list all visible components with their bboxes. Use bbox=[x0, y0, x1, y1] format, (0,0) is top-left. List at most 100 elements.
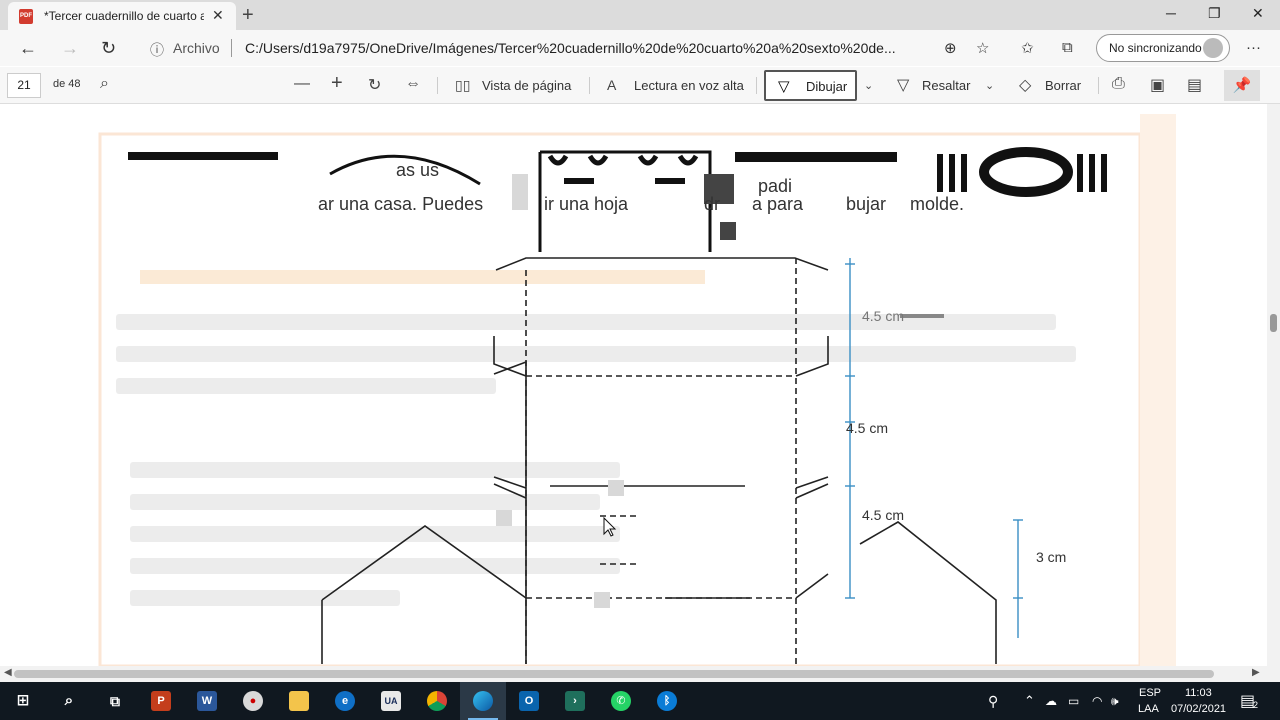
pin-toolbar-button[interactable]: 📌 bbox=[1224, 70, 1260, 101]
forward-button[interactable]: → bbox=[61, 38, 79, 59]
divider bbox=[231, 39, 232, 57]
doc-text-fragment: as us bbox=[396, 160, 440, 180]
folder-icon bbox=[289, 691, 309, 711]
taskbar-app-powerpoint[interactable]: P bbox=[138, 682, 184, 720]
chrome-icon bbox=[427, 691, 447, 711]
scroll-thumb[interactable] bbox=[1270, 314, 1277, 332]
zoom-out-button[interactable]: — bbox=[294, 75, 310, 93]
taskbar-app-unam[interactable]: UA bbox=[368, 682, 414, 720]
search-icon[interactable]: ⌕ bbox=[100, 75, 109, 93]
terminal-icon: › bbox=[565, 691, 585, 711]
rotate-icon[interactable]: ↻ bbox=[368, 75, 381, 95]
highlight-button[interactable]: Resaltar bbox=[922, 78, 970, 93]
draw-button[interactable]: ▽ Dibujar bbox=[764, 70, 857, 101]
refresh-button[interactable]: ↻ bbox=[101, 38, 116, 59]
tab-strip: PDF *Tercer cuadernillo de cuarto a sext… bbox=[0, 0, 1280, 30]
taskbar-app-paint[interactable]: ● bbox=[230, 682, 276, 720]
page-number-input[interactable]: 21 bbox=[7, 73, 41, 98]
clock-date[interactable]: 07/02/2021 bbox=[1171, 703, 1226, 715]
vertical-scrollbar[interactable] bbox=[1267, 104, 1280, 666]
chevron-down-icon[interactable]: ⌄ bbox=[985, 79, 994, 92]
back-button[interactable]: ← bbox=[19, 38, 37, 59]
taskbar-app-explorer[interactable] bbox=[276, 682, 322, 720]
taskbar-app-outlook[interactable]: O bbox=[506, 682, 552, 720]
add-favorite-icon[interactable]: ☆ bbox=[976, 39, 989, 57]
erase-button[interactable]: Borrar bbox=[1045, 78, 1081, 93]
info-icon[interactable]: ⓘ bbox=[150, 40, 164, 60]
doc-text-fragment: a para bbox=[752, 194, 804, 214]
divider bbox=[1098, 77, 1099, 94]
url-text[interactable]: C:/Users/d19a7975/OneDrive/Imágenes/Terc… bbox=[245, 40, 935, 56]
keyboard-layout: LAA bbox=[1138, 703, 1159, 715]
notification-count: 2 bbox=[1253, 700, 1259, 710]
taskbar-app-chrome[interactable] bbox=[414, 682, 460, 720]
search-icon: ⌕ bbox=[64, 692, 74, 709]
new-tab-button[interactable]: + bbox=[242, 4, 254, 27]
taskbar-app-edge-legacy[interactable]: e bbox=[322, 682, 368, 720]
people-icon[interactable]: ⚲ bbox=[988, 693, 998, 710]
taskbar: ⊞ ⌕ ⧉ P W ● e UA O › ✆ ᛒ ⚲ ⌃ ☁ ▭ ◠ 🕪 ESP… bbox=[0, 682, 1280, 720]
address-bar-row: ← → ↻ ⓘ Archivo C:/Users/d19a7975/OneDri… bbox=[0, 30, 1280, 66]
chevron-down-icon[interactable]: ⌄ bbox=[864, 79, 873, 92]
measurement-label: 4.5 cm bbox=[862, 308, 905, 324]
doc-text-fragment: molde. bbox=[910, 194, 965, 214]
read-aloud-button[interactable]: Lectura en voz alta bbox=[634, 78, 744, 93]
profile-button[interactable]: No sincronizando bbox=[1096, 34, 1230, 62]
clock-time[interactable]: 11:03 bbox=[1185, 687, 1212, 699]
measurement-label: 4.5 cm bbox=[862, 507, 905, 523]
page-view-icon: ▯▯ bbox=[455, 77, 471, 93]
edge-legacy-icon: e bbox=[335, 691, 355, 711]
address-bar[interactable]: ⓘ Archivo C:/Users/d19a7975/OneDrive/Imá… bbox=[140, 34, 1000, 62]
tab-close-icon[interactable]: ✕ bbox=[212, 7, 224, 24]
onedrive-icon[interactable]: ☁ bbox=[1045, 694, 1057, 708]
wifi-icon[interactable]: ◠ bbox=[1092, 694, 1102, 708]
doc-text-fragment: dr bbox=[704, 194, 721, 214]
tab-title: *Tercer cuadernillo de cuarto a sexto bbox=[44, 9, 204, 23]
doc-text-fragment: bujar bbox=[846, 194, 887, 214]
volume-icon[interactable]: 🕪 bbox=[1111, 694, 1119, 709]
tab-active[interactable]: PDF *Tercer cuadernillo de cuarto a sext… bbox=[8, 2, 236, 30]
language-indicator[interactable]: ESP bbox=[1139, 687, 1161, 699]
doc-text-fragment: ar una casa. Puedes bbox=[318, 194, 484, 214]
horizontal-scrollbar[interactable]: ◀ ▶ bbox=[0, 666, 1280, 682]
pdf-page-viewport[interactable]: as us padi ar una casa. Puedes ir una ho… bbox=[0, 104, 1267, 666]
start-button[interactable]: ⊞ bbox=[0, 682, 46, 720]
taskbar-app-word[interactable]: W bbox=[184, 682, 230, 720]
taskbar-app-bluetooth[interactable]: ᛒ bbox=[644, 682, 690, 720]
fit-width-icon[interactable]: ⇔ bbox=[405, 75, 421, 93]
page-view-button[interactable]: Vista de página bbox=[482, 78, 571, 93]
menu-button[interactable]: ··· bbox=[1246, 39, 1261, 56]
task-view-button[interactable]: ⧉ bbox=[92, 682, 138, 720]
unam-icon: UA bbox=[381, 691, 401, 711]
eraser-icon: ◇ bbox=[1019, 77, 1032, 94]
task-view-icon: ⧉ bbox=[110, 693, 120, 709]
outlook-icon: O bbox=[519, 691, 539, 711]
minimize-button[interactable]: ─ bbox=[1166, 5, 1176, 21]
paint-icon: ● bbox=[243, 691, 263, 711]
maximize-button[interactable]: ❐ bbox=[1208, 5, 1221, 22]
doc-text-fragment: ir una hoja bbox=[544, 194, 629, 214]
scheme-label: Archivo bbox=[173, 40, 220, 56]
measurement-label: 3 cm bbox=[1036, 549, 1067, 565]
battery-icon[interactable]: ▭ bbox=[1068, 694, 1079, 708]
search-button[interactable]: ⌕ bbox=[46, 682, 92, 720]
save-icon[interactable]: ▣ bbox=[1150, 75, 1165, 95]
scroll-right-icon[interactable]: ▶ bbox=[1252, 667, 1260, 678]
zoom-in-button[interactable]: + bbox=[331, 72, 343, 95]
zoom-icon[interactable]: ⊕ bbox=[944, 39, 957, 57]
save-as-icon[interactable]: ▤ bbox=[1187, 75, 1202, 95]
scroll-thumb[interactable] bbox=[14, 670, 1214, 678]
collections-icon[interactable]: ⧉ bbox=[1062, 39, 1073, 56]
taskbar-app-terminal[interactable]: › bbox=[552, 682, 598, 720]
chevron-up-icon[interactable]: ⌃ bbox=[1024, 693, 1035, 709]
scroll-left-icon[interactable]: ◀ bbox=[4, 667, 12, 678]
favorites-icon[interactable]: ✩ bbox=[1021, 39, 1034, 57]
page-total: de 48 bbox=[53, 78, 81, 90]
window-close-button[interactable]: ✕ bbox=[1252, 5, 1264, 22]
taskbar-app-whatsapp[interactable]: ✆ bbox=[598, 682, 644, 720]
taskbar-app-edge[interactable] bbox=[460, 682, 506, 720]
print-icon[interactable]: ⎙ bbox=[1112, 75, 1125, 93]
avatar bbox=[1203, 38, 1223, 58]
edge-icon bbox=[473, 691, 493, 711]
draw-label: Dibujar bbox=[806, 79, 848, 94]
